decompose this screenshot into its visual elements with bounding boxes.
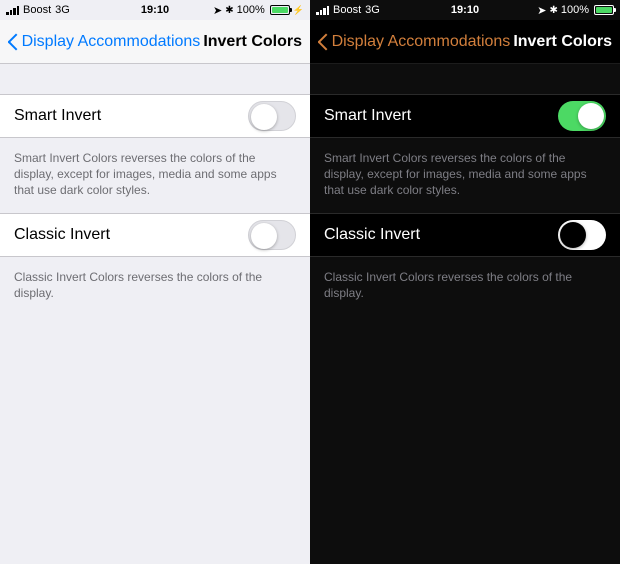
- smart-invert-footer: Smart Invert Colors reverses the colors …: [0, 144, 310, 213]
- status-right: ➤ ✱ 100% ⚡: [213, 4, 304, 17]
- status-right: ➤ ✱ 100%: [537, 4, 614, 17]
- phone-dark: Boost 3G 19:10 ➤ ✱ 100% Display Accommod…: [310, 0, 620, 564]
- classic-invert-toggle[interactable]: [558, 220, 606, 250]
- back-label: Display Accommodations: [22, 33, 201, 51]
- page-title: Invert Colors: [203, 33, 302, 51]
- row-smart-invert[interactable]: Smart Invert: [310, 94, 620, 138]
- status-left: Boost 3G: [6, 4, 70, 16]
- battery-icon: [270, 5, 290, 15]
- battery-icon: [594, 5, 614, 15]
- battery-pct: 100%: [237, 4, 265, 16]
- chevron-left-icon: [318, 32, 328, 52]
- carrier-label: Boost: [333, 4, 361, 16]
- row-smart-invert[interactable]: Smart Invert: [0, 94, 310, 138]
- classic-invert-label: Classic Invert: [14, 226, 110, 244]
- signal-icon: [316, 6, 329, 15]
- smart-invert-toggle[interactable]: [558, 101, 606, 131]
- bluetooth-icon: ✱: [225, 5, 233, 16]
- row-classic-invert[interactable]: Classic Invert: [0, 213, 310, 257]
- status-bar: Boost 3G 19:10 ➤ ✱ 100%: [310, 0, 620, 20]
- network-label: 3G: [365, 4, 380, 16]
- status-left: Boost 3G: [316, 4, 380, 16]
- classic-invert-footer: Classic Invert Colors reverses the color…: [0, 263, 310, 315]
- smart-invert-footer: Smart Invert Colors reverses the colors …: [310, 144, 620, 213]
- row-classic-invert[interactable]: Classic Invert: [310, 213, 620, 257]
- back-button[interactable]: Display Accommodations: [8, 32, 200, 52]
- network-label: 3G: [55, 4, 70, 16]
- classic-invert-label: Classic Invert: [324, 226, 420, 244]
- carrier-label: Boost: [23, 4, 51, 16]
- section-spacer: [0, 64, 310, 94]
- smart-invert-toggle[interactable]: [248, 101, 296, 131]
- charging-icon: ⚡: [293, 5, 304, 16]
- nav-bar: Display Accommodations Invert Colors: [0, 20, 310, 64]
- signal-icon: [6, 6, 19, 15]
- location-icon: ➤: [537, 4, 546, 17]
- bluetooth-icon: ✱: [549, 5, 557, 16]
- battery-pct: 100%: [561, 4, 589, 16]
- back-button[interactable]: Display Accommodations: [318, 32, 510, 52]
- nav-bar: Display Accommodations Invert Colors: [310, 20, 620, 64]
- smart-invert-label: Smart Invert: [14, 107, 101, 125]
- section-spacer: [310, 64, 620, 94]
- status-bar: Boost 3G 19:10 ➤ ✱ 100% ⚡: [0, 0, 310, 20]
- classic-invert-toggle[interactable]: [248, 220, 296, 250]
- chevron-left-icon: [8, 32, 18, 52]
- back-label: Display Accommodations: [332, 33, 511, 51]
- location-icon: ➤: [213, 4, 222, 17]
- page-title: Invert Colors: [513, 33, 612, 51]
- phone-light: Boost 3G 19:10 ➤ ✱ 100% ⚡ Display Accomm…: [0, 0, 310, 564]
- smart-invert-label: Smart Invert: [324, 107, 411, 125]
- classic-invert-footer: Classic Invert Colors reverses the color…: [310, 263, 620, 315]
